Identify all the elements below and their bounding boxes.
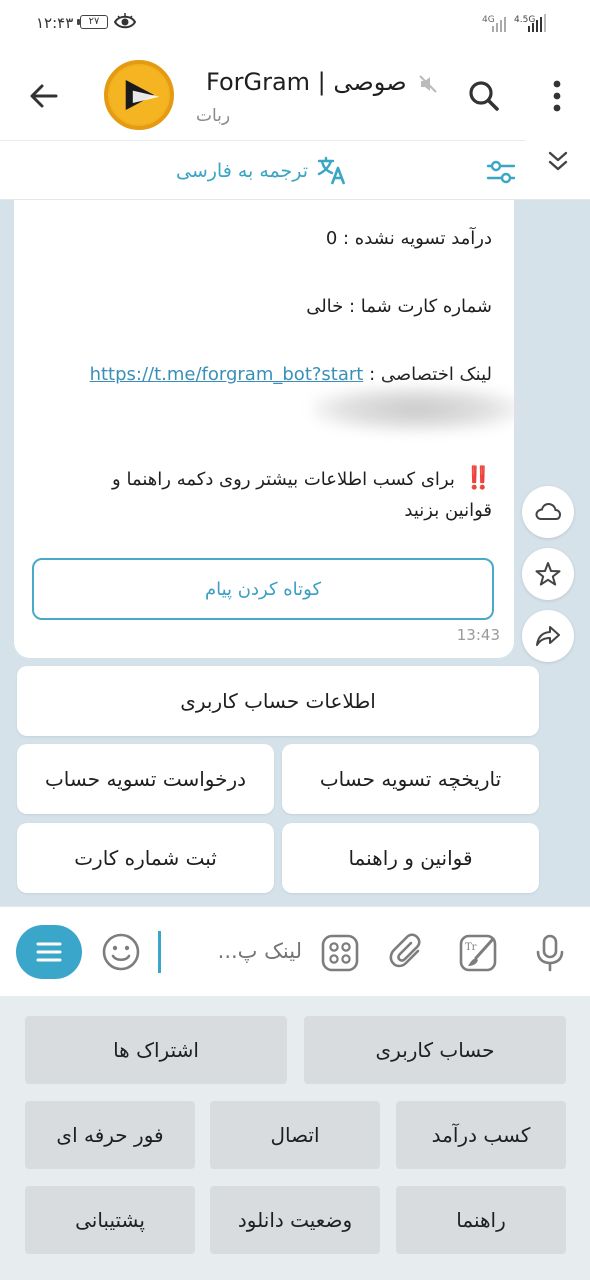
reply-keyboard: حساب کاربری اشتراک ها کسب درآمد اتصال فو… (0, 996, 590, 1280)
message-input[interactable] (162, 929, 302, 973)
status-bar: ۱۲:۴۳ ۲۷ 4G 4.5G (0, 0, 590, 48)
search-icon[interactable] (464, 76, 504, 116)
link-label: لینک اختصاصی : (369, 364, 492, 385)
unsettled-income-line: درآمد تسویه نشده : 0 (325, 228, 492, 249)
translate-icon (317, 156, 346, 185)
inline-btn-settlement-history[interactable]: تاریخچه تسویه حساب (282, 744, 539, 814)
warning-icon: ‼️ (464, 466, 492, 491)
paint-brush-icon[interactable]: Tr (458, 933, 498, 973)
reply-btn-support[interactable]: پشتیبانی (25, 1186, 195, 1254)
text-cursor (158, 931, 161, 973)
translate-bar: ترجمه به فارسی (0, 140, 590, 200)
cloud-icon (535, 502, 562, 520)
shorten-message-button[interactable]: کوتاه کردن پیام (32, 558, 494, 620)
emoji-icon[interactable] (100, 931, 142, 973)
translate-button[interactable]: ترجمه به فارسی (176, 155, 348, 187)
translate-settings-icon[interactable] (484, 155, 518, 189)
share-arrow-icon (536, 626, 560, 646)
message-time: 13:43 (456, 626, 500, 644)
info-line-1: ‼️ برای کسب اطلاعات بیشتر روی دکمه راهنم… (112, 466, 492, 491)
cloud-button[interactable] (522, 486, 574, 538)
bot-avatar[interactable] (104, 60, 174, 130)
title-row[interactable]: ForGram | صوصی (206, 68, 407, 96)
card-number-line: شماره کارت شما : خالی (306, 296, 492, 317)
chat-subtitle: ربات (196, 106, 231, 126)
double-chevron-down-icon (548, 151, 568, 171)
bot-menu-button[interactable] (16, 925, 82, 979)
reply-btn-subscriptions[interactable]: اشتراک ها (25, 1016, 287, 1084)
reply-btn-guide[interactable]: راهنما (396, 1186, 566, 1254)
star-icon (535, 562, 561, 586)
svg-text:Tr: Tr (465, 942, 477, 953)
inline-btn-rules-guide[interactable]: قوانین و راهنما (282, 823, 539, 893)
message-input-bar: Tr (0, 906, 590, 996)
eye-comfort-icon (114, 13, 136, 29)
chat-area: درآمد تسویه نشده : 0 شماره کارت شما : خا… (0, 200, 590, 906)
redacted-area (312, 386, 522, 432)
signal-icon: 4G 4.5G (482, 14, 546, 32)
collapse-panel-button[interactable] (526, 140, 590, 196)
mute-icon (419, 75, 437, 93)
chat-title: ForGram | صوصی (206, 68, 407, 96)
inline-btn-register-card[interactable]: ثبت شماره کارت (17, 823, 274, 893)
favorite-button[interactable] (522, 548, 574, 600)
info-line-2: قوانین بزنید (404, 500, 492, 521)
forward-button[interactable] (522, 610, 574, 662)
referral-link[interactable]: https://t.me/forgram_bot?start (90, 364, 364, 385)
back-arrow-icon[interactable] (26, 78, 62, 114)
info-text-1: برای کسب اطلاعات بیشتر روی دکمه راهنما و (112, 469, 455, 490)
reply-btn-connection[interactable]: اتصال (210, 1101, 380, 1169)
battery-icon: ۲۷ (77, 15, 108, 29)
reply-btn-pro-for[interactable]: فور حرفه ای (25, 1101, 195, 1169)
menu-icon (36, 942, 62, 962)
network-label-1: 4G (482, 15, 495, 25)
bot-apps-icon[interactable] (320, 933, 360, 973)
link-line: لینک اختصاصی : https://t.me/forgram_bot?… (90, 364, 492, 385)
reply-btn-earn-income[interactable]: کسب درآمد (396, 1101, 566, 1169)
forgram-logo-icon (109, 65, 169, 125)
message-bubble: درآمد تسویه نشده : 0 شماره کارت شما : خا… (14, 200, 522, 658)
reply-btn-user-account[interactable]: حساب کاربری (304, 1016, 566, 1084)
chat-header: ForGram | صوصی ربات (0, 48, 590, 140)
inline-btn-settlement-request[interactable]: درخواست تسویه حساب (17, 744, 274, 814)
microphone-icon[interactable] (530, 933, 570, 973)
reply-btn-download-status[interactable]: وضعیت دانلود (210, 1186, 380, 1254)
attach-icon[interactable] (388, 933, 428, 973)
translate-label: ترجمه به فارسی (176, 160, 309, 182)
inline-btn-account-info[interactable]: اطلاعات حساب کاربری (17, 666, 539, 736)
more-vert-icon[interactable] (546, 76, 568, 116)
status-time: ۱۲:۴۳ (36, 14, 74, 32)
